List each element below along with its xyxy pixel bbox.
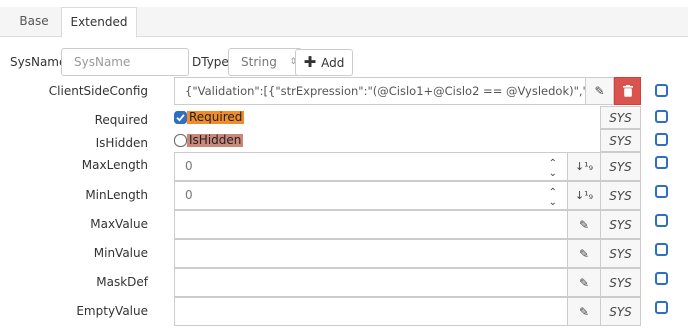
maxvalue-input[interactable] [174,210,568,239]
tab-base[interactable]: Base [8,7,60,37]
maxlength-label: MaxLength [81,158,148,172]
sys-button[interactable]: SYS [600,239,641,268]
maskdef-label: MaskDef [96,275,148,289]
checkbox-checked-icon [174,111,187,124]
checkbox-icon[interactable] [655,110,668,123]
emptyvalue-input[interactable] [174,297,568,326]
minvalue-label: MinValue [93,246,148,260]
checkbox-icon[interactable] [655,272,668,285]
checkbox-icon[interactable] [655,133,668,146]
delete-button[interactable] [614,77,641,105]
sys-button[interactable]: SYS [600,106,641,129]
edit-button[interactable]: ✎ [567,239,601,268]
ishidden-badge: IsHidden [187,133,244,147]
tab-bar: Base Extended [0,7,688,38]
checkbox-icon[interactable] [655,243,668,256]
required-label: Required [94,113,148,127]
edit-button[interactable]: ✎ [567,210,601,239]
checkbox-icon[interactable] [655,156,668,169]
ishidden-label: IsHidden [95,136,148,150]
pencil-icon: ✎ [578,304,590,319]
maxvalue-label: MaxValue [90,217,148,231]
pencil-icon: ✎ [594,84,605,98]
pencil-icon: ✎ [578,246,590,261]
required-badge: Required [187,110,245,124]
sort-button[interactable]: ↓¹₉ [567,181,601,210]
checkbox-unchecked-icon [174,134,187,147]
sort-numeric-icon: ↓¹₉ [574,160,594,173]
edit-button[interactable]: ✎ [585,77,614,105]
sort-button[interactable]: ↓¹₉ [567,152,601,181]
dtype-label: DType: [192,55,233,69]
edit-button[interactable]: ✎ [567,268,601,297]
sys-button[interactable]: SYS [600,181,641,210]
sysname-input[interactable]: SysName [61,48,189,76]
spinner-arrows-icon[interactable]: ⌃ ⌄ [549,188,557,208]
edit-button[interactable]: ✎ [567,297,601,326]
clientsideconfig-label: ClientSideConfig [48,84,148,98]
maxlength-input[interactable]: 0 ⌃ ⌄ [174,152,568,181]
sort-numeric-icon: ↓¹₉ [574,189,594,202]
checkbox-icon[interactable] [655,185,668,198]
maxlength-value: 0 [185,159,193,173]
minvalue-input[interactable] [174,239,568,268]
sys-button[interactable]: SYS [600,210,641,239]
dtype-select[interactable]: String ⇕ [228,48,302,76]
minlength-input[interactable]: 0 ⌃ ⌄ [174,181,568,210]
trash-icon [622,85,633,97]
tab-extended[interactable]: Extended [61,7,137,38]
sys-button[interactable]: SYS [600,129,641,152]
maskdef-input[interactable] [174,268,568,297]
dtype-value: String [241,55,277,69]
checkbox-icon[interactable] [655,214,668,227]
checkbox-icon[interactable] [655,301,668,314]
add-button[interactable]: ✚ Add [295,49,353,76]
add-button-label: Add [321,55,345,70]
sys-button[interactable]: SYS [600,268,641,297]
pencil-icon: ✎ [578,275,590,290]
checkbox-icon[interactable] [655,84,668,97]
pencil-icon: ✎ [578,217,590,232]
minlength-value: 0 [185,188,193,202]
clientsideconfig-input[interactable]: {"Validation":[{"strExpression":"(@Cislo… [174,77,586,105]
spinner-arrows-icon[interactable]: ⌃ ⌄ [549,159,557,179]
sys-button[interactable]: SYS [600,152,641,181]
emptyvalue-label: EmptyValue [76,304,148,318]
sys-button[interactable]: SYS [600,297,641,326]
minlength-label: MinLength [85,188,148,202]
ishidden-checkbox[interactable]: IsHidden [174,133,244,148]
plus-icon: ✚ [303,53,317,71]
required-checkbox[interactable]: Required [174,110,245,125]
